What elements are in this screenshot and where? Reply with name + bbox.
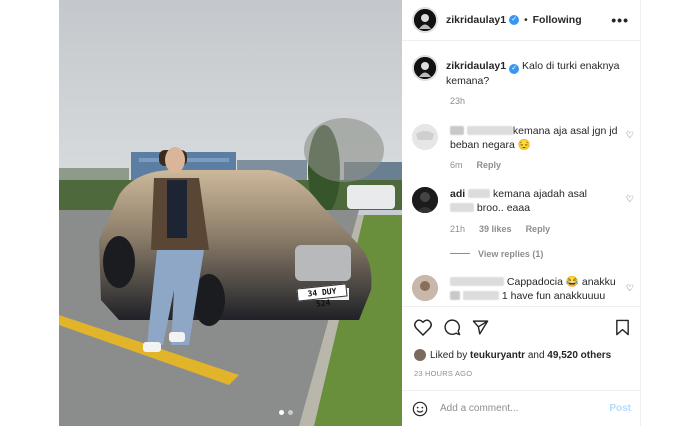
heart-icon[interactable]: ♡: [626, 130, 634, 141]
blurred-text: [450, 291, 460, 300]
caption: zikridaulay1 ✓ Kalo di turki enaknya kema…: [412, 55, 632, 88]
like-heart-icon[interactable]: [414, 319, 432, 336]
carousel-dot: [288, 410, 293, 415]
post-date: 23 HOURS AGO: [414, 369, 473, 378]
reply-button[interactable]: Reply: [477, 160, 502, 170]
comment-body: adi kemana ajadah asal broo.. eaaa: [450, 187, 620, 215]
caption-username[interactable]: zikridaulay1: [446, 60, 506, 72]
comment-text-line1: kemana ajadah asal: [493, 188, 587, 200]
bookmark-icon[interactable]: [615, 319, 630, 336]
caption-timestamp: 23h: [450, 96, 466, 106]
carousel-indicator: [279, 410, 293, 415]
reply-button[interactable]: Reply: [526, 224, 551, 234]
avatar-image: [414, 9, 436, 31]
avatar[interactable]: [412, 7, 438, 33]
blurred-text: [462, 291, 499, 300]
comment-body: Cappadocia 😂 anakku 1 have fun anakkuuuu: [450, 275, 620, 303]
carousel-dot: [279, 410, 284, 415]
comment-text-line2: 1 have fun anakkuuuu: [501, 290, 606, 302]
header-username[interactable]: zikridaulay1: [446, 14, 506, 26]
blurred-username: [450, 126, 464, 135]
avatar[interactable]: [412, 55, 438, 81]
action-bar: [402, 306, 641, 348]
comment-body: kemana aja asal jgn jd beban negara 😔: [450, 124, 620, 152]
comment-timestamp: 21h: [450, 224, 466, 234]
comment-text-line2: broo.. eaaa: [476, 202, 531, 214]
heart-icon[interactable]: ♡: [626, 194, 634, 205]
liked-by-prefix: Liked by: [430, 349, 468, 361]
likes-summary: Liked by teukuryantr and 49,520 others: [414, 349, 611, 361]
view-replies-label: View replies (1): [478, 249, 544, 259]
comment-composer: Post: [402, 390, 641, 426]
comment-avatar[interactable]: [412, 124, 438, 150]
blurred-text: [450, 203, 474, 212]
comment-avatar[interactable]: [412, 187, 438, 213]
comment-likes[interactable]: 39 likes: [479, 224, 512, 234]
verified-badge-icon: ✓: [509, 64, 520, 74]
post-header: zikridaulay1 ✓ • Following •••: [402, 0, 641, 41]
post-button[interactable]: Post: [609, 403, 631, 414]
avatar-image: [412, 275, 438, 301]
following-button[interactable]: Following: [533, 14, 582, 26]
post-photo[interactable]: 34 DUY 524 ›: [59, 0, 402, 426]
comment-text-line1: Cappadocia 😂 anakku: [506, 276, 616, 288]
divider: [450, 253, 470, 254]
blurred-text: [468, 189, 491, 198]
comment-input[interactable]: [440, 403, 604, 414]
avatar-image: [412, 187, 438, 213]
comment-meta: 21h 39 likes Reply: [450, 224, 550, 234]
comment-avatar[interactable]: [412, 275, 438, 301]
verified-badge-icon: ✓: [509, 15, 520, 25]
share-send-icon[interactable]: [472, 319, 489, 336]
comment-meta: 6m Reply: [450, 160, 501, 170]
avatar-image: [412, 124, 438, 150]
more-horizontal-icon[interactable]: •••: [611, 12, 629, 28]
photo-scene: [59, 0, 402, 426]
blurred-text: [466, 126, 513, 135]
comment-timestamp: 6m: [450, 160, 463, 170]
emoji-icon[interactable]: [412, 401, 428, 417]
blurred-username: [450, 277, 504, 286]
comment-username[interactable]: adi: [450, 188, 465, 200]
liked-by-user[interactable]: teukuryantr: [470, 350, 525, 361]
post-details-panel: zikridaulay1 ✓ • Following ••• zikridaul…: [402, 0, 641, 426]
caption-text-block: zikridaulay1 ✓ Kalo di turki enaknya kema…: [446, 55, 632, 88]
heart-icon[interactable]: ♡: [626, 283, 634, 294]
view-replies-button[interactable]: View replies (1): [450, 249, 543, 259]
liker-avatar: [414, 349, 426, 361]
avatar-image: [414, 57, 436, 79]
liked-by-count[interactable]: 49,520 others: [547, 350, 611, 361]
comment-bubble-icon[interactable]: [444, 319, 461, 336]
separator-dot: •: [524, 14, 528, 26]
liked-by-and: and: [527, 349, 545, 361]
